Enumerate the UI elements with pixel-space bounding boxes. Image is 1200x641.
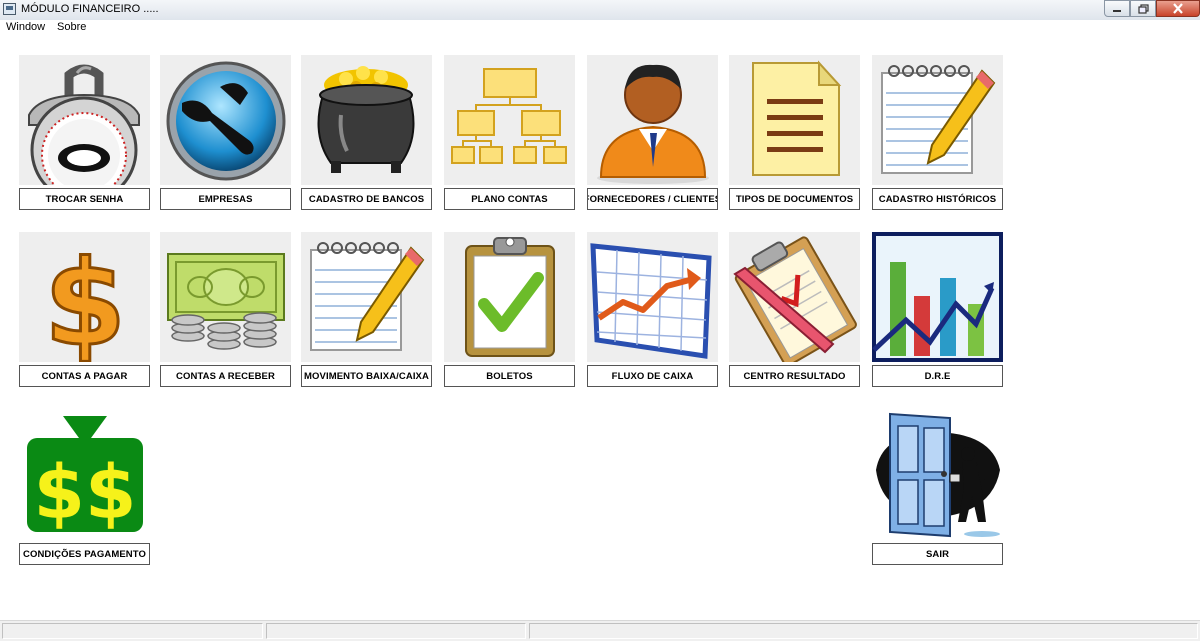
clipboard-check-icon[interactable] [444, 232, 575, 362]
contas-a-pagar-button[interactable]: CONTAS A PAGAR [19, 365, 150, 387]
fluxo-de-caixa-button[interactable]: FLUXO DE CAIXA [587, 365, 718, 387]
menu-bar: Window Sobre [0, 20, 1200, 36]
svg-text:$: $ [44, 234, 126, 362]
rising-chart-icon[interactable] [587, 232, 718, 362]
window-controls [1104, 0, 1200, 17]
dollar-sign-icon[interactable]: $ [19, 232, 150, 362]
restore-icon [1137, 3, 1149, 14]
wrench-icon[interactable] [160, 55, 291, 185]
condicoes-pagamento-button[interactable]: CONDIÇÕES PAGAMENTO [19, 543, 150, 565]
minimize-icon [1113, 9, 1121, 12]
businessman-icon[interactable] [587, 55, 718, 185]
fornecedores-clientes-button[interactable]: FORNECEDORES / CLIENTES [587, 188, 718, 210]
money-bag-icon[interactable]: $$ [19, 410, 150, 540]
movimento-baixa-caixa-button[interactable]: MOVIMENTO BAIXA/CAIXA [301, 365, 432, 387]
plano-contas-button[interactable]: PLANO CONTAS [444, 188, 575, 210]
status-panel [266, 623, 526, 639]
close-icon [1173, 3, 1183, 14]
trocar-senha-button[interactable]: TROCAR SENHA [19, 188, 150, 210]
pot-of-gold-icon[interactable] [301, 55, 432, 185]
minimize-button[interactable] [1104, 0, 1130, 17]
restore-button[interactable] [1130, 0, 1156, 17]
empresas-button[interactable]: EMPRESAS [160, 188, 291, 210]
main-content: TROCAR SENHA EMPRESAS CADASTRO DE BANCOS… [0, 36, 1200, 620]
cadastro-historicos-button[interactable]: CADASTRO HISTÓRICOS [872, 188, 1003, 210]
menu-sobre[interactable]: Sobre [57, 21, 86, 33]
window-title: MÓDULO FINANCEIRO ..... [21, 3, 159, 15]
tipos-de-documentos-button[interactable]: TIPOS DE DOCUMENTOS [729, 188, 860, 210]
centro-resultado-button[interactable]: CENTRO RESULTADO [729, 365, 860, 387]
notepad-pencil-icon[interactable] [301, 232, 432, 362]
document-icon[interactable] [729, 55, 860, 185]
cadastro-de-bancos-button[interactable]: CADASTRO DE BANCOS [301, 188, 432, 210]
status-panel [529, 623, 1198, 639]
title-bar: MÓDULO FINANCEIRO ..... [0, 0, 1200, 21]
menu-window[interactable]: Window [6, 21, 45, 33]
contas-a-receber-button[interactable]: CONTAS A RECEBER [160, 365, 291, 387]
dre-button[interactable]: D.R.E [872, 365, 1003, 387]
sair-button[interactable]: SAIR [872, 543, 1003, 565]
status-panel [2, 623, 263, 639]
close-button[interactable] [1156, 0, 1200, 17]
app-icon [3, 3, 16, 15]
status-bar [0, 620, 1200, 641]
bar-chart-icon[interactable] [872, 232, 1003, 362]
boletos-button[interactable]: BOLETOS [444, 365, 575, 387]
exit-door-icon[interactable] [872, 410, 1003, 540]
padlock-icon[interactable] [19, 55, 150, 185]
money-coins-icon[interactable] [160, 232, 291, 362]
clipboard-pencil-icon[interactable] [729, 232, 860, 362]
svg-text:$$: $$ [34, 450, 137, 536]
org-chart-icon[interactable] [444, 55, 575, 185]
notepad-pencil-icon[interactable] [872, 55, 1003, 185]
